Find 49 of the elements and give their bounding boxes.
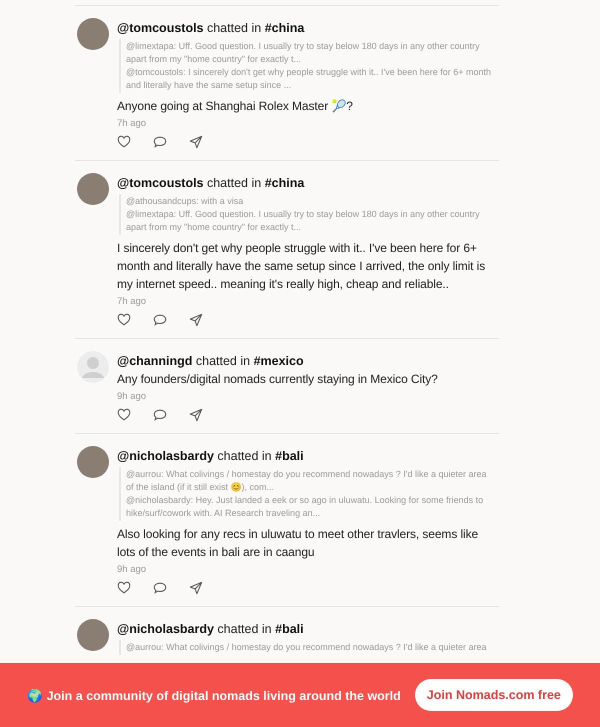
timestamp: 9h ago xyxy=(117,563,148,576)
action-text: chatted in xyxy=(196,354,250,368)
quoted-message: @aurrou: What colivings / homestay do you recommend nowadays ? I'd like a quieter area xyxy=(126,641,488,654)
comment-icon[interactable] xyxy=(153,581,167,595)
heart-icon[interactable] xyxy=(117,313,131,327)
username-link[interactable]: @tomcoustols xyxy=(117,21,204,35)
banner-text: 🌍 Join a community of digital nomads living around the world xyxy=(27,688,401,702)
username-link[interactable]: @nicholasbardy xyxy=(117,449,214,463)
comment-icon[interactable] xyxy=(153,135,167,149)
avatar-photo-placeholder xyxy=(77,619,109,651)
timestamp: 7h ago xyxy=(117,117,148,130)
join-button[interactable]: Join Nomads.com free xyxy=(414,679,573,711)
avatar-photo-placeholder xyxy=(77,173,109,205)
action-text: chatted in xyxy=(206,176,262,190)
heart-icon[interactable] xyxy=(117,581,131,595)
username-link[interactable]: @tomcoustols xyxy=(117,176,204,190)
quoted-message: @athousandcups: with a visa xyxy=(126,195,244,208)
action-text: chatted in xyxy=(206,21,262,35)
channel-link[interactable]: #bali xyxy=(275,622,304,636)
message-text: Also looking for any recs in uluwatu to meet other travlers, seems like lots of the events in bali are in caangu xyxy=(117,526,480,561)
send-icon[interactable] xyxy=(189,313,203,327)
heart-icon[interactable] xyxy=(117,135,131,149)
send-icon[interactable] xyxy=(189,581,203,595)
message-text: Any founders/digital nomads currently staying in Mexico City? xyxy=(117,371,439,388)
quoted-message: @aurrou: What colivings / homestay do you recommend nowadays ? I'd like a quieter area of the island (if it still exist 😊), com... xyxy=(126,468,488,494)
quoted-message: @limextapa: Uff. Good question. I usually try to stay below 180 days in any other country apart from my "home country" for exactly t... xyxy=(126,208,481,234)
username-link[interactable]: @nicholasbardy xyxy=(117,622,214,636)
channel-link[interactable]: #bali xyxy=(275,449,304,463)
message-text: I sincerely don't get why people struggle with it.. I've been here for 6+ month and literally have the same setup since I arrived, the only limit is my internet speed.. meaning it's really high, cheap and reliable.. xyxy=(117,240,486,293)
comment-icon[interactable] xyxy=(153,408,167,422)
action-text: chatted in xyxy=(217,622,272,636)
quoted-message: @nicholasbardy: Hey. Just landed a eek or so ago in uluwatu. Looking for some friends to hike/surf/cowork with. AI Research traveling an... xyxy=(126,494,484,520)
default-avatar-icon xyxy=(77,351,109,383)
channel-link[interactable]: #china xyxy=(264,176,304,190)
username-link[interactable]: @channingd xyxy=(117,354,192,368)
action-text: chatted in xyxy=(217,449,272,463)
send-icon[interactable] xyxy=(189,408,203,422)
quoted-message: @limextapa: Uff. Good question. I usually try to stay below 180 days in any other country apart from my "home country" for exactly t... xyxy=(126,40,481,66)
heart-icon[interactable] xyxy=(117,408,131,422)
quoted-message: @tomcoustols: I sincerely don't get why people struggle with it.. I've been here for 6+ month and literally have the same setup since ... xyxy=(126,66,492,92)
send-icon[interactable] xyxy=(189,135,203,149)
message-text: Anyone going at Shanghai Rolex Master 🎾? xyxy=(117,98,354,115)
avatar-photo-placeholder xyxy=(77,446,109,478)
timestamp: 7h ago xyxy=(117,295,148,308)
avatar-photo-placeholder xyxy=(77,18,109,50)
channel-link[interactable]: #china xyxy=(264,21,304,35)
timestamp: 9h ago xyxy=(117,390,148,403)
comment-icon[interactable] xyxy=(153,313,167,327)
channel-link[interactable]: #mexico xyxy=(254,354,304,368)
